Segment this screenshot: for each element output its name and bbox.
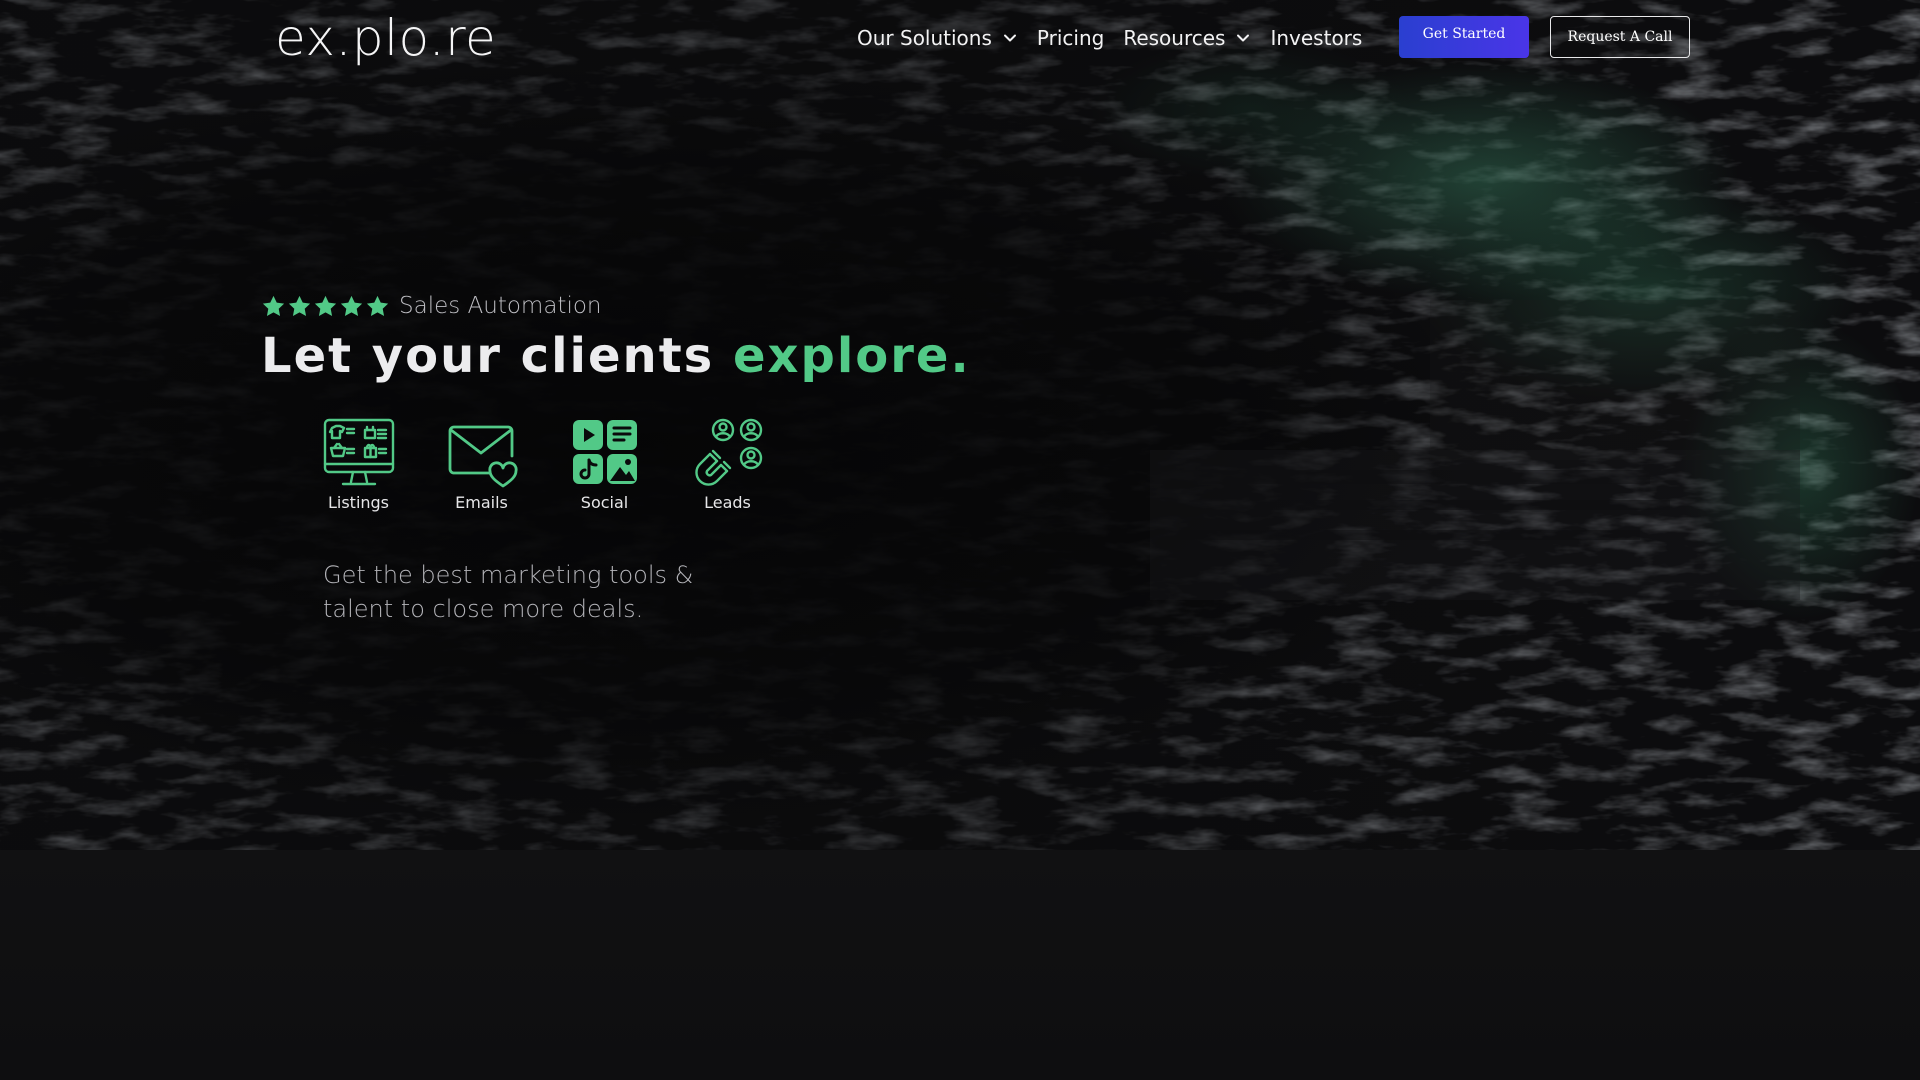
social-grid-icon [572,420,637,484]
magnet-users-icon [694,418,762,486]
feature-listings[interactable]: Listings [297,418,420,512]
top-navigation: ex.plo.re Our Solutions Pricing Resource… [0,0,1920,76]
nav-item-our-solutions[interactable]: Our Solutions [857,26,1018,50]
feature-label: Leads [704,493,751,512]
feature-label: Emails [455,493,508,512]
request-call-button[interactable]: Request A Call [1550,16,1690,58]
nav-item-label: Pricing [1036,26,1105,50]
hero-background-texture [0,0,1920,850]
get-started-button[interactable]: Get Started [1399,16,1529,58]
hero-tagline: Sales Automation [399,293,602,319]
headline-main: Let your clients [261,328,733,384]
hero-headline: Let your clients explore. [261,326,971,386]
nav-item-resources[interactable]: Resources [1123,26,1251,50]
rating-row: Sales Automation [261,288,602,324]
nav-item-label: Our Solutions [857,26,992,50]
chevron-down-icon [1237,34,1250,42]
feature-list: Listings Emails Social Leads [297,418,789,512]
feature-label: Listings [327,493,390,512]
feature-label: Social [580,493,629,512]
star-rating [261,294,391,319]
nav-item-label: Investors [1270,26,1363,50]
lower-section [0,850,1920,1080]
nav-item-investors[interactable]: Investors [1270,26,1362,50]
feature-emails[interactable]: Emails [420,418,543,512]
chevron-down-icon [1003,34,1016,42]
star-icon [314,295,337,316]
brand-logo[interactable]: ex.plo.re [275,6,496,70]
headline-accent: explore. [732,328,971,384]
hero-description: Get the best marketing tools & talent to… [323,561,694,623]
star-icon [340,295,363,316]
monitor-listings-icon [323,418,394,486]
nav-item-label: Resources [1123,26,1226,50]
star-icon [366,295,389,316]
star-icon [288,295,311,316]
feature-leads[interactable]: Leads [666,418,789,512]
mail-heart-icon [448,425,518,488]
feature-social[interactable]: Social [543,418,666,512]
star-icon [262,295,285,316]
nav-item-pricing[interactable]: Pricing [1037,26,1104,50]
hero-section: ex.plo.re Our Solutions Pricing Resource… [0,0,1920,850]
main-menu: Our Solutions Pricing Resources Investor… [857,20,1381,56]
